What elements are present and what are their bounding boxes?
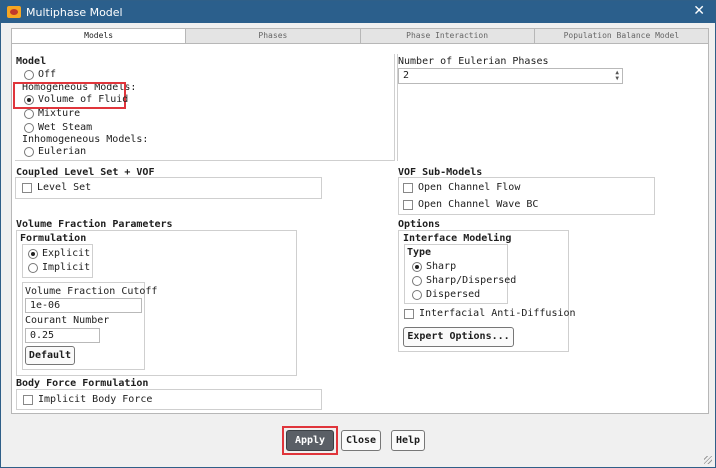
radio-off-label: Off [38, 69, 57, 80]
radio-sharp-label: Sharp [426, 261, 457, 272]
radio-wet-steam-label: Wet Steam [38, 122, 93, 133]
tab-models[interactable]: Models [12, 29, 187, 43]
open-channel-flow-checkbox-box [403, 182, 413, 193]
spinner-arrows-icon[interactable]: ▲ ▼ [615, 70, 619, 82]
level-set-checkbox[interactable]: Level Set [22, 182, 91, 193]
radio-vof-indicator [24, 94, 34, 105]
radio-explicit[interactable]: Explicit [28, 248, 90, 259]
radio-implicit-indicator [28, 262, 38, 273]
radio-wet-steam-indicator [24, 122, 34, 133]
radio-off[interactable]: Off [24, 69, 56, 80]
open-channel-wave-bc-checkbox[interactable]: Open Channel Wave BC [403, 199, 538, 210]
courant-number-input[interactable]: 0.25 [25, 328, 100, 343]
open-channel-wave-bc-label: Open Channel Wave BC [418, 199, 539, 210]
implicit-body-force-checkbox[interactable]: Implicit Body Force [23, 394, 152, 405]
title-bar[interactable]: Multiphase Model ✕ [1, 1, 715, 23]
radio-eulerian-indicator [24, 146, 34, 157]
radio-eulerian[interactable]: Eulerian [24, 146, 86, 157]
radio-dispersed-label: Dispersed [426, 289, 481, 300]
radio-sharp-dispersed-label: Sharp/Dispersed [426, 275, 517, 286]
close-icon[interactable]: ✕ [693, 3, 705, 19]
radio-implicit-label: Implicit [42, 262, 91, 273]
help-button[interactable]: Help [391, 430, 425, 451]
radio-volume-of-fluid[interactable]: Volume of Fluid [24, 94, 128, 105]
radio-sharp-dispersed-indicator [412, 275, 422, 286]
radio-sharp-dispersed[interactable]: Sharp/Dispersed [412, 275, 516, 286]
eulerian-phases-label: Number of Eulerian Phases [398, 56, 549, 67]
tab-phase-interaction[interactable]: Phase Interaction [361, 29, 535, 43]
body-force-formulation-heading: Body Force Formulation [16, 378, 149, 389]
inhomogeneous-models-label: Inhomogeneous Models: [22, 134, 149, 145]
apply-button[interactable]: Apply [286, 430, 334, 451]
dialog-footer: Apply Close Help [11, 414, 709, 457]
expert-options-button[interactable]: Expert Options... [403, 327, 514, 347]
models-panel: Model Off Homogeneous Models: Volume of … [11, 44, 709, 414]
level-set-label: Level Set [37, 182, 92, 193]
radio-wet-steam[interactable]: Wet Steam [24, 122, 92, 133]
options-heading: Options [398, 219, 441, 230]
implicit-body-force-checkbox-box [23, 394, 33, 405]
interface-modeling-label: Interface Modeling [403, 233, 512, 244]
interfacial-anti-diffusion-checkbox-box [404, 308, 414, 319]
volume-fraction-cutoff-label: Volume Fraction Cutoff [25, 286, 158, 297]
radio-sharp[interactable]: Sharp [412, 261, 456, 272]
radio-implicit[interactable]: Implicit [28, 262, 90, 273]
radio-explicit-indicator [28, 248, 38, 259]
eulerian-phases-value: 2 [403, 70, 410, 81]
radio-vof-label: Volume of Fluid [38, 94, 129, 105]
radio-explicit-label: Explicit [42, 248, 91, 259]
volume-fraction-parameters-heading: Volume Fraction Parameters [16, 219, 173, 230]
radio-mixture[interactable]: Mixture [24, 108, 80, 119]
tab-population-balance-model[interactable]: Population Balance Model [535, 29, 708, 43]
radio-dispersed[interactable]: Dispersed [412, 289, 480, 300]
window-title: Multiphase Model [26, 5, 123, 19]
type-label: Type [407, 247, 432, 258]
default-button[interactable]: Default [25, 346, 75, 365]
radio-mixture-label: Mixture [38, 108, 81, 119]
divider-vertical [397, 54, 398, 161]
open-channel-flow-label: Open Channel Flow [418, 182, 521, 193]
radio-mixture-indicator [24, 108, 34, 119]
radio-eulerian-label: Eulerian [38, 146, 87, 157]
close-button[interactable]: Close [341, 430, 381, 451]
multiphase-model-dialog: Multiphase Model ✕ Models Phases Phase I… [0, 0, 716, 468]
model-heading: Model [16, 56, 47, 67]
volume-fraction-cutoff-input[interactable]: 1e-06 [25, 298, 142, 313]
tab-phases[interactable]: Phases [186, 29, 361, 43]
open-channel-wave-bc-checkbox-box [403, 199, 413, 210]
level-set-checkbox-box [22, 182, 32, 193]
radio-off-indicator [24, 69, 34, 80]
eulerian-phases-spinner[interactable]: 2 ▲ ▼ [398, 68, 623, 84]
app-logo-icon [7, 6, 21, 18]
resize-grip-icon[interactable] [704, 456, 712, 464]
open-channel-flow-checkbox[interactable]: Open Channel Flow [403, 182, 520, 193]
tab-bar: Models Phases Phase Interaction Populati… [11, 28, 709, 44]
interfacial-anti-diffusion-checkbox[interactable]: Interfacial Anti-Diffusion [404, 308, 576, 319]
radio-dispersed-indicator [412, 289, 422, 300]
implicit-body-force-label: Implicit Body Force [38, 394, 153, 405]
radio-sharp-indicator [412, 261, 422, 272]
interfacial-anti-diffusion-label: Interfacial Anti-Diffusion [419, 308, 576, 319]
courant-number-label: Courant Number [25, 315, 110, 326]
formulation-label: Formulation [20, 233, 87, 244]
